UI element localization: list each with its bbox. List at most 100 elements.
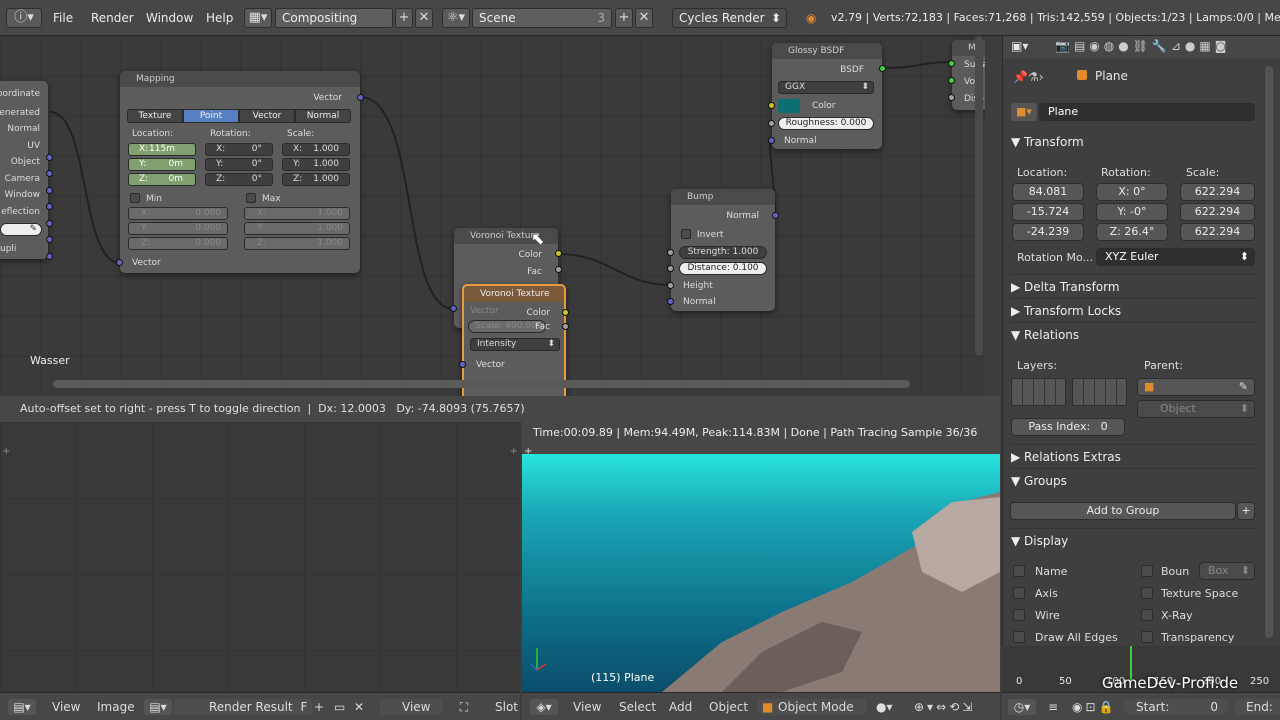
render-view[interactable]: Time:00:09.89 | Mem:94.49M, Peak:114.83M… — [522, 422, 1000, 692]
horizontal-scrollbar[interactable] — [53, 380, 910, 388]
voronoi-coloring-select[interactable]: Intensity ⬍ — [470, 338, 560, 351]
image-editor[interactable]: + + — [0, 422, 520, 692]
scale-z-field[interactable]: Z: 1.000 — [282, 173, 350, 186]
transparency-checkbox[interactable] — [1141, 631, 1153, 643]
unlink-image-button[interactable]: ✕ — [354, 699, 364, 715]
menu-render[interactable]: Render — [91, 8, 134, 28]
rotation-z-field[interactable]: Z: 26.4° — [1096, 223, 1168, 241]
glossy-normal-socket[interactable] — [768, 137, 775, 144]
location-y-field[interactable]: Y: 0m — [128, 158, 196, 171]
add-screen-button[interactable]: + — [395, 8, 413, 28]
glossy-node-title[interactable]: Glossy BSDF — [772, 43, 882, 59]
socket[interactable] — [46, 236, 53, 243]
distance-socket[interactable] — [667, 265, 674, 272]
zoom-icon[interactable]: ⛶ — [452, 699, 476, 715]
editor-type-icon[interactable]: ▤▾ — [8, 699, 36, 715]
voronoi-fac-socket[interactable] — [562, 323, 569, 330]
voronoi-node-title[interactable]: Voronoi Texture — [464, 286, 564, 302]
editor-type-icon[interactable]: ◈▾ — [530, 699, 558, 715]
menu-add[interactable]: Add — [669, 699, 692, 715]
fake-user-button[interactable]: F — [296, 699, 312, 715]
bump-node[interactable]: Bump Normal Invert Strength: 1.000 Dista… — [667, 189, 779, 311]
new-image-button[interactable]: + — [314, 699, 324, 715]
add-group-plus-button[interactable]: + — [1237, 502, 1255, 520]
rotation-y-field[interactable]: Y: -0° — [1096, 203, 1168, 221]
max-z-field[interactable]: Z: 1.000 — [244, 237, 350, 250]
scene-field[interactable]: Scene 3 — [472, 8, 612, 28]
bounds-type-select[interactable]: Box ⬍ — [1199, 562, 1255, 580]
socket[interactable] — [46, 187, 53, 194]
transform-panel-header[interactable]: ▼ Transform — [1011, 135, 1084, 149]
roughness-field[interactable]: Roughness: 0.000 — [778, 117, 874, 130]
scale-x-field[interactable]: 622.294 — [1180, 183, 1255, 201]
height-socket[interactable] — [667, 282, 674, 289]
pass-index-field[interactable]: Pass Index: 0 — [1011, 418, 1125, 436]
end-frame-field[interactable]: End: — [1234, 699, 1280, 715]
scale-y-field[interactable]: Y: 1.000 — [282, 158, 350, 171]
menu-icon[interactable]: ≡ — [1048, 699, 1058, 715]
screen-layout-field[interactable]: Compositing — [275, 8, 393, 28]
scene-icon[interactable]: ⚛▾ — [442, 8, 470, 28]
add-to-group-button[interactable]: Add to Group — [1010, 502, 1236, 520]
socket[interactable] — [46, 154, 53, 161]
strength-socket[interactable] — [667, 249, 674, 256]
glossy-bsdf-socket[interactable] — [879, 65, 886, 72]
location-y-field[interactable]: -15.724 — [1012, 203, 1084, 221]
bump-normal-in-socket[interactable] — [667, 298, 674, 305]
area-corner-icon[interactable]: + — [2, 446, 10, 457]
mapping-output-socket[interactable] — [357, 94, 364, 101]
keyframe-icons[interactable]: ◉⊡🔒 — [1072, 699, 1116, 715]
surface-socket[interactable] — [948, 60, 955, 67]
bump-normal-out-socket[interactable] — [772, 212, 779, 219]
menu-file[interactable]: File — [53, 8, 73, 28]
timeline[interactable]: 0 50 100 150 200 250 GameDev-Profi.de — [1002, 646, 1280, 692]
displacement-socket[interactable] — [948, 94, 955, 101]
info-editor-type-button[interactable]: ⓘ▾ — [6, 8, 42, 28]
glossy-color-socket[interactable] — [768, 102, 775, 109]
mapping-tab-vector[interactable]: Vector — [239, 109, 295, 123]
glossy-color-swatch[interactable] — [778, 99, 800, 113]
mapping-tab-normal[interactable]: Normal — [295, 109, 351, 123]
min-x-field[interactable]: X: 0.000 — [128, 207, 228, 220]
voronoi-color-socket[interactable] — [562, 309, 569, 316]
location-x-field[interactable]: 84.081 — [1012, 183, 1084, 201]
context-tabs-icons[interactable]: 📷▤◉◍●⛓🔧⊿●▦◙ — [1055, 39, 1230, 53]
location-x-field[interactable]: X: 115m — [128, 143, 196, 156]
display-name-checkbox[interactable] — [1013, 565, 1025, 577]
menu-window[interactable]: Window — [146, 8, 193, 28]
properties-scrollbar[interactable] — [1265, 66, 1273, 638]
max-checkbox[interactable] — [246, 193, 256, 203]
volume-socket[interactable] — [948, 77, 955, 84]
menu-object[interactable]: Object — [709, 699, 748, 715]
rotation-z-field[interactable]: Z: 0° — [205, 173, 273, 186]
socket[interactable] — [46, 253, 53, 260]
relations-panel-header[interactable]: ▼ Relations — [1011, 328, 1079, 342]
min-z-field[interactable]: Z: 0.000 — [128, 237, 228, 250]
max-x-field[interactable]: X: 1.000 — [244, 207, 350, 220]
voronoi-color-socket[interactable] — [555, 250, 562, 257]
node-editor[interactable]: oordinate enerated Normal UV Object Came… — [0, 36, 985, 396]
vertical-scrollbar[interactable] — [975, 36, 983, 356]
xray-checkbox[interactable] — [1141, 609, 1153, 621]
menu-help[interactable]: Help — [206, 8, 233, 28]
scale-x-field[interactable]: X: 1.000 — [282, 143, 350, 156]
display-bounds-checkbox[interactable] — [1141, 565, 1153, 577]
shading-icon[interactable]: ●▾ — [876, 699, 893, 715]
min-y-field[interactable]: Y: 0.000 — [128, 222, 228, 235]
view-mode-select[interactable]: View — [380, 699, 442, 715]
start-frame-field[interactable]: Start: 0 — [1124, 699, 1228, 715]
open-image-icon[interactable]: ▭ — [334, 699, 345, 715]
voronoi-vector-socket[interactable] — [450, 305, 457, 312]
menu-view[interactable]: View — [573, 699, 601, 715]
socket[interactable] — [46, 170, 53, 177]
area-corner-icon[interactable]: + — [510, 446, 518, 457]
object-eyedropper-icon[interactable]: ✎ — [0, 223, 42, 236]
image-browse-icon[interactable]: ▤▾ — [144, 699, 172, 715]
add-scene-button[interactable]: + — [615, 8, 633, 28]
object-name-field[interactable]: Plane — [1039, 103, 1255, 121]
location-z-field[interactable]: -24.239 — [1012, 223, 1084, 241]
parent-type-select[interactable]: Object ⬍ — [1137, 400, 1255, 418]
mapping-input-socket[interactable] — [116, 259, 123, 266]
menu-image[interactable]: Image — [97, 699, 135, 715]
display-axis-checkbox[interactable] — [1013, 587, 1025, 599]
